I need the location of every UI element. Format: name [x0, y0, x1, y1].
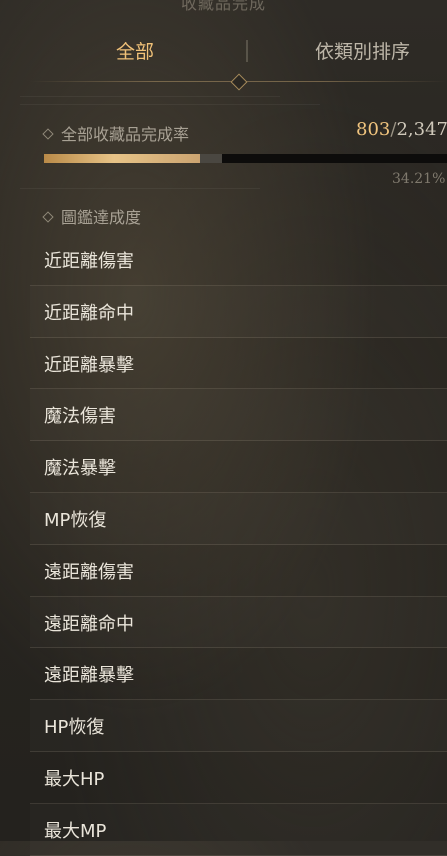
tab-bar: 全部 依類別排序 [0, 30, 447, 74]
completion-progress-bar [44, 154, 447, 163]
panel-title: 收藏品完成 [180, 0, 266, 13]
stat-row: 遠距離命中+25/125 [30, 597, 447, 649]
tab-all[interactable]: 全部 [0, 30, 270, 74]
stat-label: 近距離暴擊 [44, 354, 134, 376]
stat-label: 近距離傷害 [44, 251, 134, 272]
codex-label: 圖鑑達成度 [61, 208, 142, 227]
diamond-bullet-icon [42, 128, 54, 140]
codex-stat-list: 近距離傷害+53/115近距離命中+69/121近距離暴擊+3%/13%魔法傷害… [30, 234, 447, 856]
stat-row: 魔法暴擊+2%/13% [30, 441, 447, 493]
stat-row: 最大MP+318/2247 [30, 804, 447, 856]
completion-section-title: 全部收藏品完成率 [42, 121, 190, 145]
stat-row: 近距離傷害+53/115 [30, 234, 447, 286]
stat-label: 魔法暴擊 [44, 458, 116, 480]
completion-progress-tail [200, 154, 222, 163]
stat-label: 遠距離傷害 [44, 561, 134, 583]
completion-label: 全部收藏品完成率 [61, 125, 190, 144]
stat-row: MP恢復+11/34 [30, 493, 447, 545]
stat-row: 最大HP+7049/15999 [30, 752, 447, 804]
stat-label: 最大MP [44, 820, 107, 842]
tab-divider [246, 40, 248, 62]
stat-label: 遠距離命中 [44, 613, 134, 635]
completion-total: 2,347 [396, 119, 447, 140]
stat-row: HP恢復+26/66 [30, 700, 447, 752]
diamond-bullet-icon [42, 211, 54, 223]
stat-row: 遠距離暴擊+2%/13% [30, 648, 447, 701]
background-texture [20, 188, 260, 189]
diamond-ornament-icon [230, 73, 248, 91]
stat-row: 近距離命中+69/121 [30, 286, 447, 338]
stat-label: 魔法傷害 [44, 406, 116, 428]
stat-label: MP恢復 [44, 509, 107, 531]
stat-label: 近距離命中 [44, 302, 134, 324]
background-texture [20, 104, 320, 105]
completion-current: 803 [356, 119, 391, 140]
completion-progress-fill [44, 154, 200, 163]
stat-row: 遠距離傷害+23/112 [30, 545, 447, 597]
completion-count: 803/2,347 [356, 119, 447, 140]
background-texture [20, 96, 280, 97]
tab-sort-by-category[interactable]: 依類別排序 [270, 30, 447, 74]
codex-section-title: 圖鑑達成度 [42, 204, 142, 228]
stat-row: 魔法傷害+8/76 [30, 389, 447, 442]
completion-percent: 34.21% [392, 171, 446, 187]
stat-label: 最大HP [44, 768, 105, 790]
stat-row: 近距離暴擊+3%/13% [30, 338, 447, 390]
stat-label: 遠距離暴擊 [44, 665, 134, 687]
stat-label: HP恢復 [44, 717, 105, 739]
